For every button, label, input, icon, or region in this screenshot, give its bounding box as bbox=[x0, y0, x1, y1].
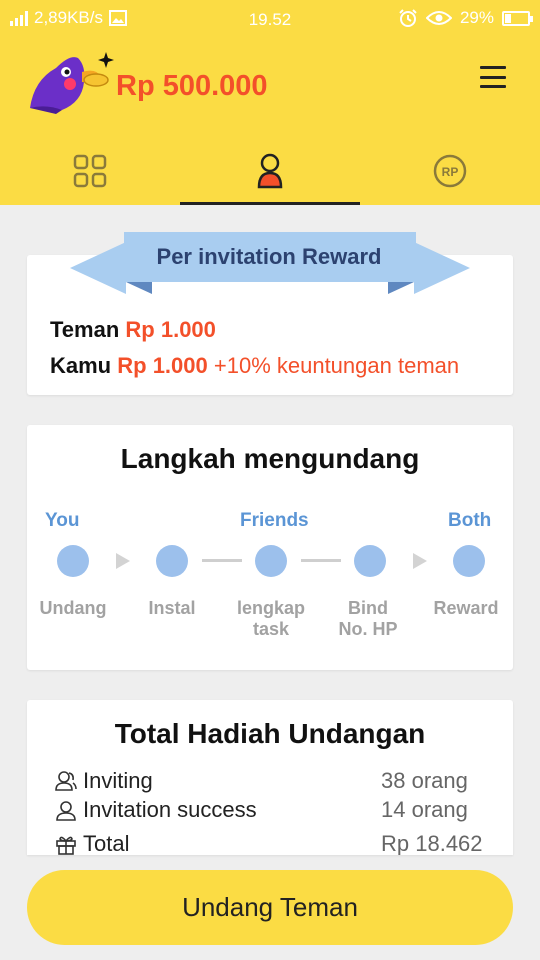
friend-label: Teman bbox=[50, 317, 120, 342]
step-dot-bind-hp bbox=[354, 545, 386, 577]
hamburger-menu-icon[interactable] bbox=[480, 66, 506, 88]
role-both: Both bbox=[448, 510, 492, 531]
alarm-icon bbox=[399, 9, 417, 27]
step-connector bbox=[301, 559, 341, 562]
stat-label-success: Invitation success bbox=[83, 797, 257, 822]
rp-coin-icon: RP bbox=[433, 154, 467, 187]
stat-row-inviting: Inviting 38 orang bbox=[55, 768, 495, 794]
bird-mascot-logo bbox=[30, 52, 114, 114]
friend-reward: Teman Rp 1.000 bbox=[50, 317, 216, 343]
step-dot-undang bbox=[57, 545, 89, 577]
you-label: Kamu bbox=[50, 353, 112, 378]
tab-grid[interactable] bbox=[0, 136, 180, 205]
stat-value-success: 14 orang bbox=[381, 797, 468, 822]
stat-row-total: Total Rp 18.462 bbox=[55, 831, 495, 855]
grid-icon bbox=[73, 154, 107, 187]
user-check-icon bbox=[55, 799, 77, 821]
svg-text:RP: RP bbox=[442, 165, 459, 179]
step-connector bbox=[202, 559, 242, 562]
you-reward: Kamu Rp 1.000 +10% keuntungan teman bbox=[50, 353, 459, 379]
stat-label-inviting: Inviting bbox=[83, 768, 153, 793]
step-dot-reward bbox=[453, 545, 485, 577]
step-dot-lengkap-task bbox=[255, 545, 287, 577]
stat-value-total: Rp 18.462 bbox=[381, 831, 483, 855]
step-label-instal: Instal bbox=[148, 598, 196, 618]
total-card: Total Hadiah Undangan Inviting 38 orang … bbox=[27, 700, 513, 855]
gift-icon bbox=[55, 833, 77, 855]
tab-bar: RP bbox=[0, 136, 540, 205]
stat-row-success: Invitation success 14 orang bbox=[55, 797, 495, 823]
steps-title: Langkah mengundang bbox=[120, 443, 420, 474]
battery-icon bbox=[502, 10, 533, 26]
user-icon bbox=[257, 153, 283, 188]
users-icon bbox=[55, 770, 77, 792]
stat-value-inviting: 38 orang bbox=[381, 768, 468, 793]
step-label-lengkap-task: lengkap task bbox=[236, 598, 306, 639]
you-extra: +10% keuntungan teman bbox=[213, 353, 460, 378]
role-you: You bbox=[45, 510, 80, 531]
tab-rp[interactable]: RP bbox=[360, 136, 540, 205]
reward-title: Per invitation Reward bbox=[156, 244, 382, 269]
role-friends: Friends bbox=[240, 510, 309, 531]
step-label-bind-hp: Bind No. HP bbox=[338, 598, 398, 639]
arrow-icon bbox=[116, 553, 130, 569]
eye-icon bbox=[425, 11, 452, 25]
step-label-reward: Reward bbox=[433, 598, 499, 618]
stat-label-total: Total bbox=[83, 831, 130, 855]
tab-invite[interactable] bbox=[180, 136, 360, 205]
invite-friends-button[interactable]: Undang Teman bbox=[27, 870, 513, 945]
balance-amount: Rp 500.000 bbox=[116, 70, 268, 102]
status-bar: 2,89KB/s 19.52 29% bbox=[0, 0, 540, 38]
step-label-undang: Undang bbox=[39, 598, 107, 618]
battery-percent: 29% bbox=[459, 8, 494, 27]
arrow-icon bbox=[413, 553, 427, 569]
step-dot-instal bbox=[156, 545, 188, 577]
total-title: Total Hadiah Undangan bbox=[114, 718, 426, 749]
app-header: Rp 500.000 bbox=[0, 38, 540, 136]
friend-amount: Rp 1.000 bbox=[125, 317, 216, 342]
you-amount: Rp 1.000 bbox=[117, 353, 208, 378]
